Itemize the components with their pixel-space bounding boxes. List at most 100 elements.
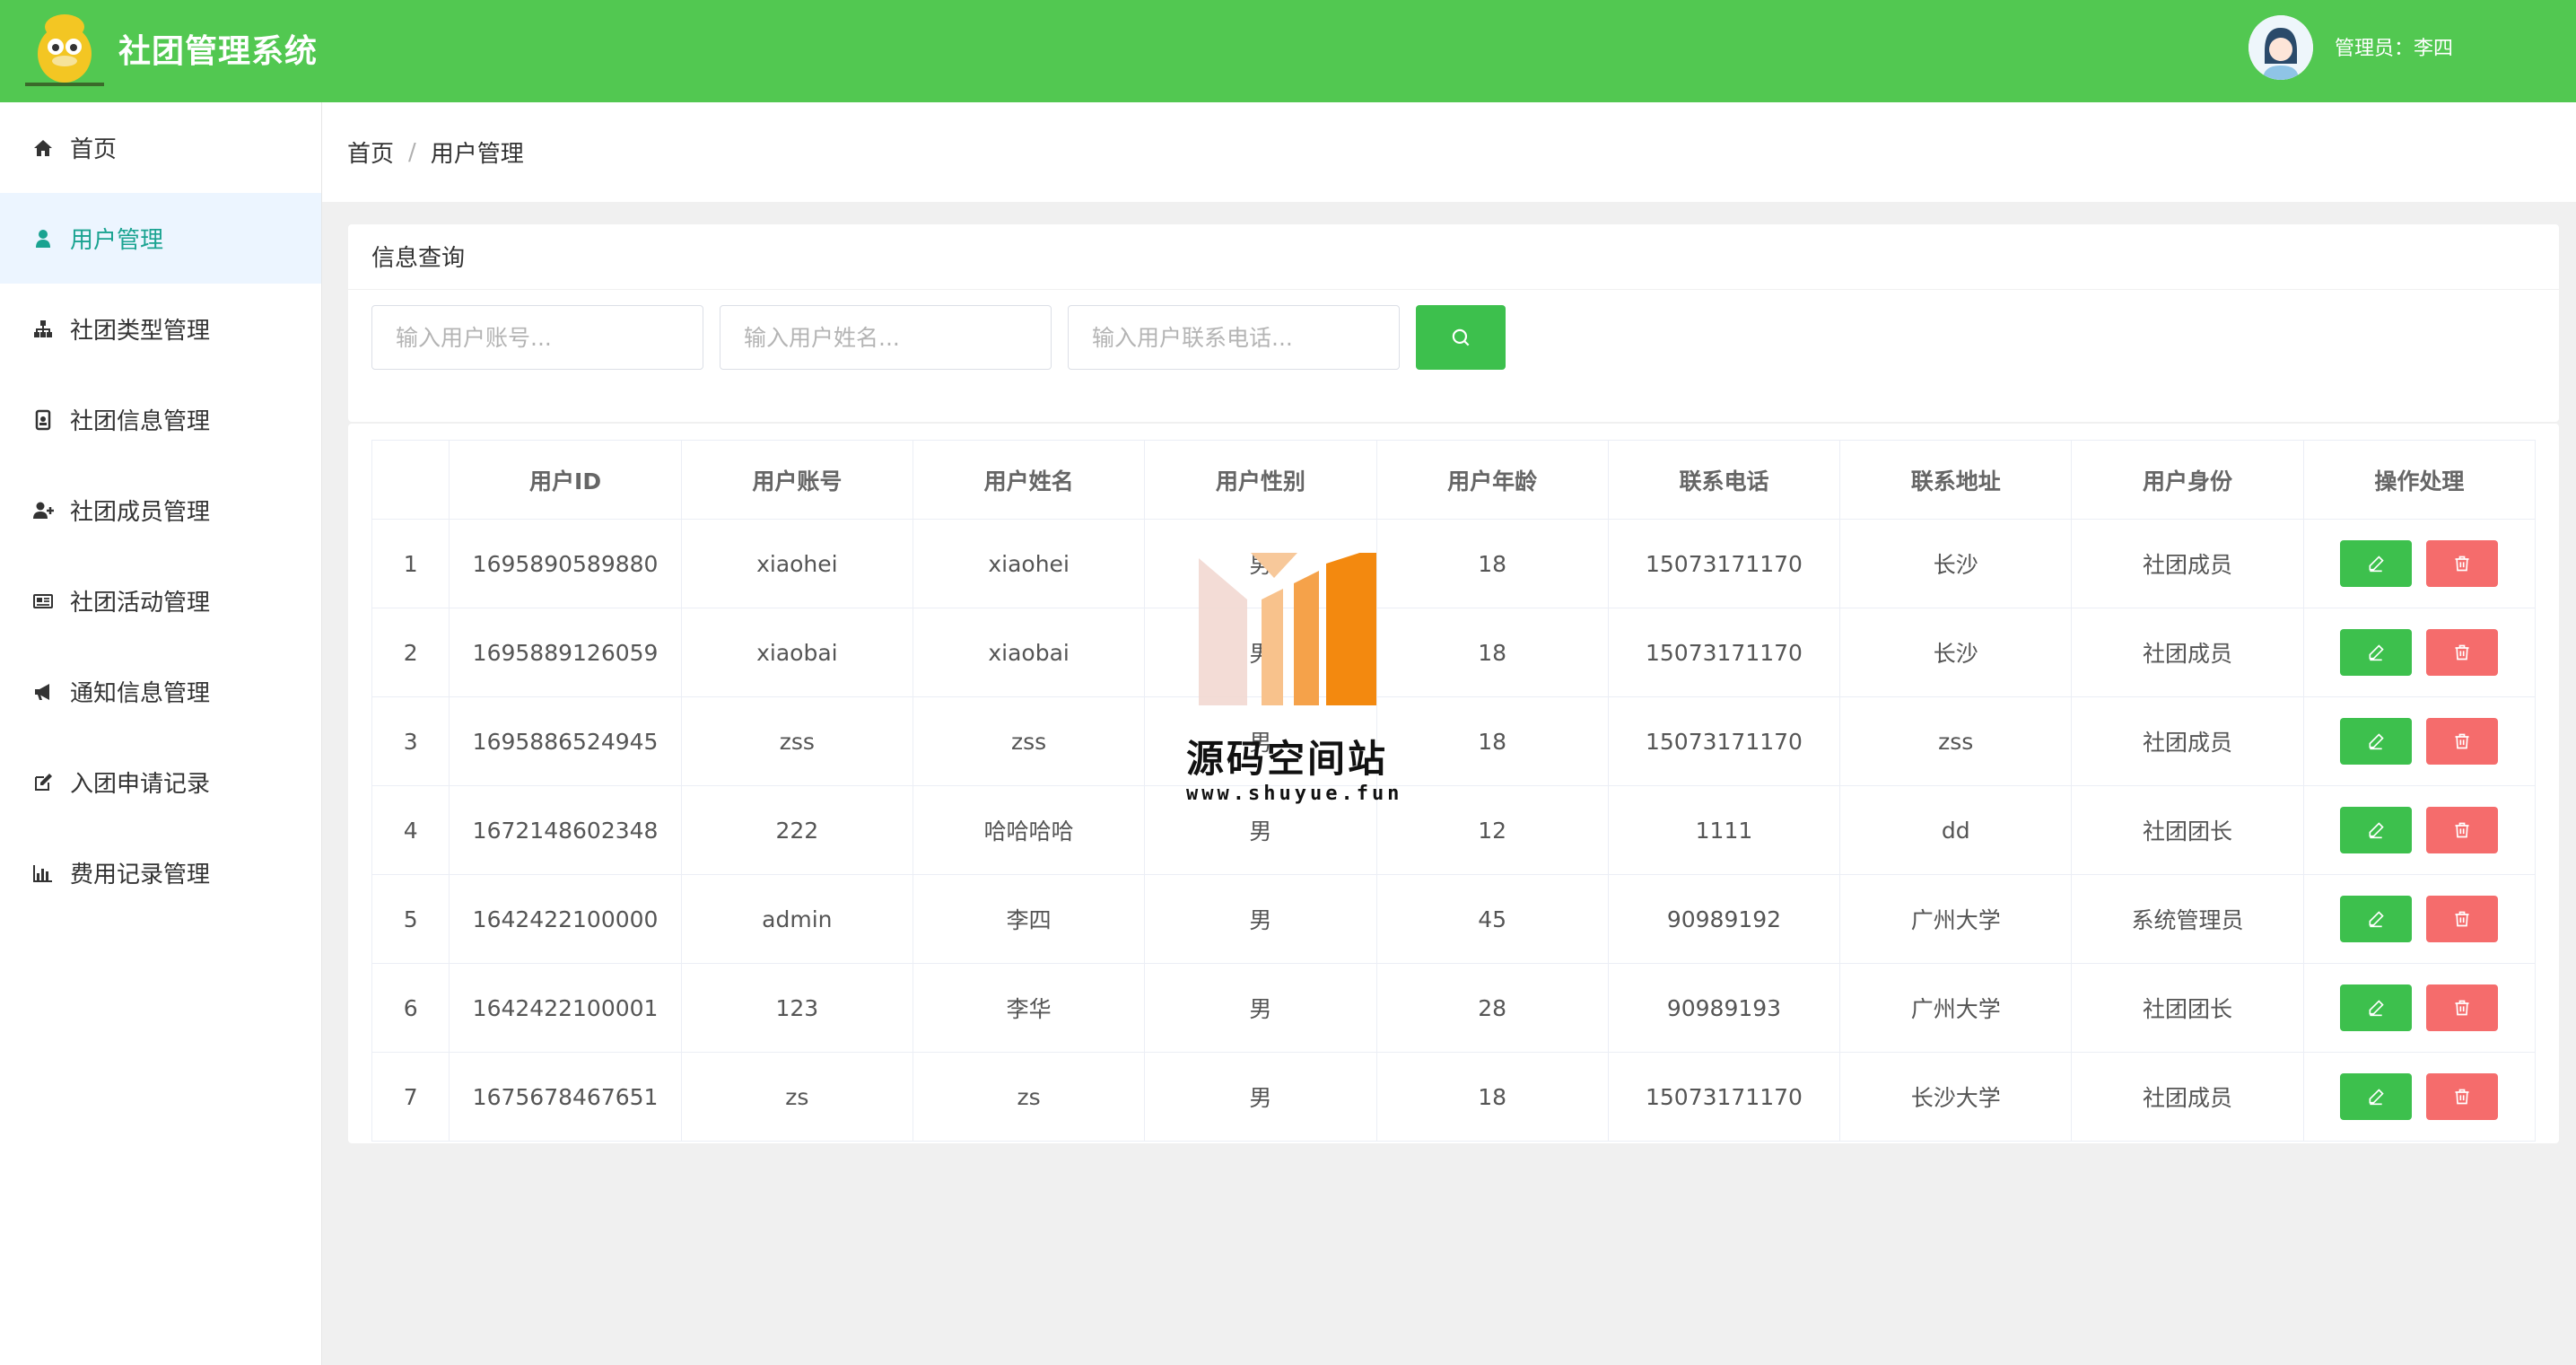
table-cell: 男 <box>1144 963 1377 1053</box>
table-cell: 15073171170 <box>1607 696 1841 786</box>
table-cell: 长沙 <box>1839 519 2073 608</box>
table-cell: 男 <box>1144 874 1377 964</box>
column-header: 联系电话 <box>1607 440 1841 520</box>
breadcrumb-bar: 首页 / 用户管理 <box>322 102 2576 202</box>
actions-cell <box>2302 1052 2537 1142</box>
delete-button[interactable] <box>2426 896 2499 942</box>
table-body: 1 1695890589880 xiaohei xiaohei 男 18 150731711… <box>371 519 2537 1142</box>
table-cell: 28 <box>1375 963 1609 1053</box>
edit-button[interactable] <box>2340 984 2413 1031</box>
table-cell: zss <box>680 696 913 786</box>
sidebar-item-label: 社团信息管理 <box>70 408 211 435</box>
actions-cell <box>2302 785 2537 875</box>
delete-button[interactable] <box>2426 629 2499 676</box>
table-cell: 社团成员 <box>2071 1052 2304 1142</box>
edit-icon <box>2369 644 2385 661</box>
table-row: 6 1642422100001 123 李华男 28 90989193 广州大学 社团团长 <box>371 963 2537 1053</box>
breadcrumb-separator: / <box>408 138 416 166</box>
table-cell: admin <box>680 874 913 964</box>
edit-button[interactable] <box>2340 718 2413 765</box>
table-cell: zs <box>912 1052 1146 1142</box>
column-header: 用户身份 <box>2071 440 2304 520</box>
edit-button[interactable] <box>2340 1073 2413 1120</box>
table-cell: 5 <box>371 874 450 964</box>
table-cell: 1642422100001 <box>449 963 682 1053</box>
sitemap-icon <box>31 317 56 342</box>
sidebar-item-label: 用户管理 <box>70 227 164 254</box>
table-cell: 18 <box>1375 519 1609 608</box>
edit-button[interactable] <box>2340 807 2413 853</box>
edit-icon <box>2369 1089 2385 1106</box>
table-cell: xiaohei <box>680 519 913 608</box>
sidebar-item-club-members[interactable]: 社团成员管理 <box>0 465 321 556</box>
home-icon <box>31 136 56 161</box>
edit-button[interactable] <box>2340 896 2413 942</box>
phone-search-input[interactable] <box>1068 305 1400 370</box>
app-logo <box>20 7 109 93</box>
sidebar-item-club-type[interactable]: 社团类型管理 <box>0 284 321 374</box>
sidebar-item-label: 通知信息管理 <box>70 680 211 707</box>
table-row: 5 1642422100000 admin 李四男 45 90989192 广州大学 系统管理… <box>371 874 2537 964</box>
sidebar-item-notifications[interactable]: 通知信息管理 <box>0 646 321 737</box>
search-button[interactable] <box>1416 305 1506 370</box>
app-title: 社团管理系统 <box>118 33 319 70</box>
admin-name-label[interactable]: 管理员：李四 <box>2335 32 2453 61</box>
user-icon <box>31 226 56 251</box>
sidebar-item-club-info[interactable]: 社团信息管理 <box>0 374 321 465</box>
table-cell: xiaobai <box>680 608 913 697</box>
table-cell: zss <box>1839 696 2073 786</box>
table-cell: 18 <box>1375 608 1609 697</box>
bullhorn-icon <box>31 679 56 704</box>
table-cell: 1695886524945 <box>449 696 682 786</box>
column-header: 操作处理 <box>2302 440 2537 520</box>
actions-cell <box>2302 963 2537 1053</box>
table-cell: 90989192 <box>1607 874 1841 964</box>
edit-button[interactable] <box>2340 629 2413 676</box>
table-row: 3 1695886524945 zss zss 男 18 15073171170 zss 社团成… <box>371 696 2537 786</box>
top-header: 社团管理系统 管理员：李四 <box>0 0 2576 102</box>
edit-icon <box>2369 911 2385 928</box>
table-cell: xiaohei <box>912 519 1146 608</box>
trash-icon <box>2455 822 2469 838</box>
breadcrumb-home[interactable]: 首页 <box>347 136 394 169</box>
delete-button[interactable] <box>2426 807 2499 853</box>
table-cell: zss <box>912 696 1146 786</box>
table-cell: 社团团长 <box>2071 963 2304 1053</box>
delete-button[interactable] <box>2426 718 2499 765</box>
edit-icon <box>2369 1000 2385 1017</box>
sidebar-item-label: 入团申请记录 <box>70 771 211 798</box>
delete-button[interactable] <box>2426 984 2499 1031</box>
user-plus-icon <box>31 498 56 523</box>
trash-icon <box>2455 1089 2469 1105</box>
edit-icon <box>2369 556 2385 573</box>
name-search-input[interactable] <box>720 305 1052 370</box>
table-cell: 18 <box>1375 1052 1609 1142</box>
account-search-input[interactable] <box>371 305 703 370</box>
search-panel-title: 信息查询 <box>348 224 2559 290</box>
table-row: 2 1695889126059 xiaobai xiaobai 男 18 150731711… <box>371 608 2537 697</box>
sidebar-item-home[interactable]: 首页 <box>0 102 321 193</box>
table-cell: 7 <box>371 1052 450 1142</box>
sidebar-item-club-activities[interactable]: 社团活动管理 <box>0 556 321 646</box>
table-cell: 1 <box>371 519 450 608</box>
watermark-text: 源码空间站 <box>1186 737 1389 781</box>
sidebar-item-label: 社团成员管理 <box>70 499 211 526</box>
user-table: 用户ID 用户账号 用户姓名 用户性别 用户年龄 联系电话 联系地址 用户身份 操作处理 1 16… <box>371 440 2537 1142</box>
actions-cell <box>2302 519 2537 608</box>
table-cell: xiaobai <box>912 608 1146 697</box>
sidebar-item-user-management[interactable]: 用户管理 <box>0 193 321 284</box>
sidebar-item-fee-records[interactable]: 费用记录管理 <box>0 827 321 918</box>
admin-avatar[interactable] <box>2249 15 2313 80</box>
column-header: 用户性别 <box>1144 440 1377 520</box>
table-cell: 15073171170 <box>1607 608 1841 697</box>
table-cell: 李四 <box>912 874 1146 964</box>
trash-icon <box>2455 911 2469 927</box>
edit-button[interactable] <box>2340 540 2413 587</box>
delete-button[interactable] <box>2426 1073 2499 1120</box>
sidebar-item-join-requests[interactable]: 入团申请记录 <box>0 737 321 827</box>
table-cell: 2 <box>371 608 450 697</box>
delete-button[interactable] <box>2426 540 2499 587</box>
bar-chart-icon <box>31 861 56 886</box>
id-badge-icon <box>31 407 56 433</box>
table-cell: dd <box>1839 785 2073 875</box>
